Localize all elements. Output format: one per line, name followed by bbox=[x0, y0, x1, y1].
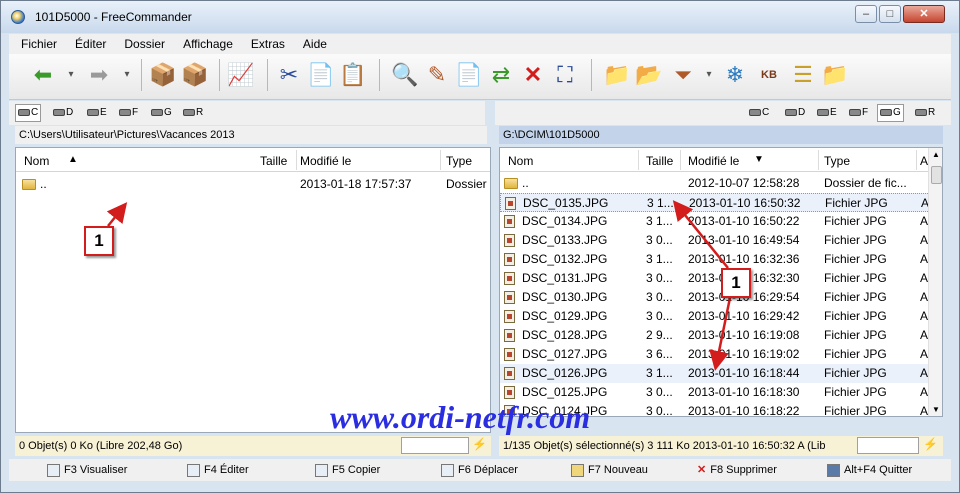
arrow-up bbox=[672, 200, 729, 269]
callout-1-right: 1 bbox=[721, 268, 751, 298]
arrow-down bbox=[709, 287, 734, 371]
callout-1-left: 1 bbox=[84, 226, 114, 256]
watermark: www.ordi-netfr.com bbox=[330, 399, 591, 435]
arrow-left bbox=[106, 202, 128, 227]
